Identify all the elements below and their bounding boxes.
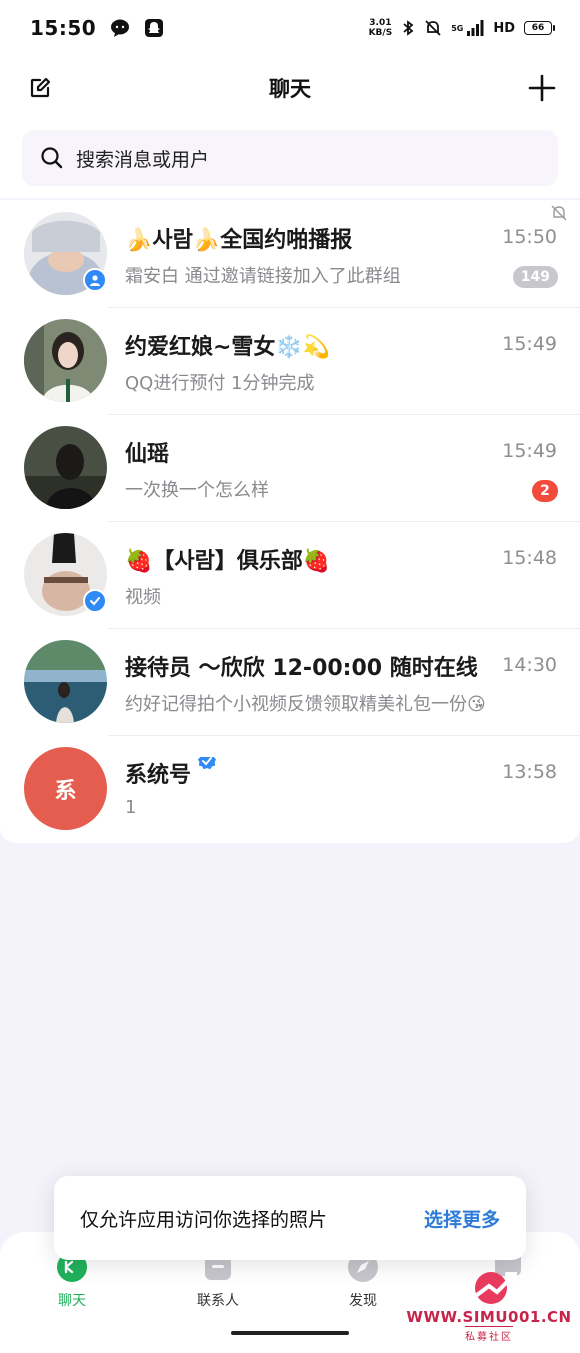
chat-name: 系统号 <box>125 757 485 789</box>
status-right: 3.01 KB/S 5G HD 66 <box>369 18 555 38</box>
watermark: WWW.SIMU001.CN 私募社区 <box>400 1268 578 1350</box>
chat-time: 14:30 <box>502 654 557 676</box>
signal-label: 5G <box>451 23 464 33</box>
compose-button[interactable] <box>28 76 52 100</box>
network-speed-unit: KB/S <box>368 28 393 38</box>
status-bar: 15:50 3.01 KB/S 5G HD 66 <box>0 0 580 56</box>
avatar-photo <box>24 640 107 723</box>
chat-item[interactable]: 系 系统号 13:58 1 <box>0 735 580 842</box>
chat-preview: 一次换一个怎么样 <box>125 480 269 501</box>
chat-name: 接待员 ～欣欣 12-00:00 随时在线 <box>125 656 478 681</box>
watermark-logo-icon <box>471 1272 517 1304</box>
search-placeholder: 搜索消息或用户 <box>76 148 210 171</box>
signal-icon <box>467 20 484 36</box>
search-input[interactable]: 搜索消息或用户 <box>22 130 558 186</box>
chat-preview: 约好记得拍个小视频反馈领取精美礼包一份😘 <box>125 694 486 715</box>
chat-preview: 霜安白 通过邀请链接加入了此群组 <box>125 266 401 287</box>
chat-name: 🍓【사람】俱乐部🍓 <box>125 549 331 574</box>
chat-list: 🍌사람🍌全国约啪播报 15:50 霜安白 通过邀请链接加入了此群组 149 约爱… <box>0 200 580 843</box>
unread-count-badge: 2 <box>532 480 558 502</box>
battery-level: 66 <box>531 23 545 33</box>
chat-name: 🍌사람🍌全国约啪播报 <box>125 228 353 253</box>
chat-time: 15:50 <box>502 226 557 248</box>
status-time: 15:50 <box>30 16 97 40</box>
tab-discover-label: 发现 <box>349 1293 377 1309</box>
battery-icon: 66 <box>524 21 555 35</box>
chat-preview: 1 <box>125 797 137 818</box>
watermark-subtext: 私募社区 <box>465 1326 513 1343</box>
tab-chat-label: 聊天 <box>58 1293 86 1309</box>
chat-time: 13:58 <box>502 761 557 783</box>
photo-permission-toast: 仅允许应用访问你选择的照片 选择更多 <box>54 1176 526 1260</box>
bluetooth-icon <box>403 20 414 36</box>
chat-time: 15:48 <box>502 547 557 569</box>
add-button[interactable] <box>526 72 558 104</box>
mute-bell-icon <box>425 20 441 36</box>
avatar[interactable] <box>24 426 107 509</box>
tab-contacts-label: 联系人 <box>197 1293 239 1309</box>
chat-name-text: 系统号 <box>125 763 192 788</box>
avatar-photo <box>24 319 107 402</box>
snapchat-icon <box>145 19 164 37</box>
chat-name: 约爱红娘~雪女❄️💫 <box>125 335 331 360</box>
avatar[interactable] <box>24 640 107 723</box>
chat-item[interactable]: 接待员 ～欣欣 12-00:00 随时在线 14:30 约好记得拍个小视频反馈领… <box>0 628 580 735</box>
chat-preview: QQ进行预付 1分钟完成 <box>125 373 315 394</box>
header: 聊天 <box>0 56 580 120</box>
avatar-initial: 系 <box>54 778 77 804</box>
unread-count-badge: 149 <box>512 266 558 288</box>
search-icon <box>41 147 63 169</box>
watermark-text: WWW.SIMU001.CN <box>406 1308 572 1326</box>
muted-notification-icon <box>551 205 567 221</box>
page-title: 聊天 <box>269 77 311 101</box>
network-speed: 3.01 KB/S <box>369 18 393 38</box>
avatar[interactable]: 系 <box>24 747 107 830</box>
chat-item[interactable]: 🍓【사람】俱乐部🍓 15:48 视频 <box>0 521 580 628</box>
verified-badge-icon <box>83 589 107 613</box>
plus-icon <box>528 74 556 102</box>
chat-time: 15:49 <box>502 333 557 355</box>
status-left: 15:50 <box>30 16 164 40</box>
group-badge-icon <box>83 268 107 292</box>
chat-item[interactable]: 🍌사람🍌全国约啪播报 15:50 霜安白 通过邀请链接加入了此群组 149 <box>0 200 580 307</box>
chat-item[interactable]: 仙瑶 15:49 一次换一个怎么样 2 <box>0 414 580 521</box>
select-more-button[interactable]: 选择更多 <box>424 1205 500 1232</box>
avatar-photo <box>24 426 107 509</box>
toast-message: 仅允许应用访问你选择的照片 <box>80 1208 328 1231</box>
network-speed-value: 3.01 <box>369 18 392 28</box>
verified-icon <box>198 757 217 770</box>
chat-time: 15:49 <box>502 440 557 462</box>
avatar[interactable] <box>24 319 107 402</box>
edit-icon <box>30 77 51 98</box>
hd-indicator: HD <box>493 20 515 36</box>
chat-item[interactable]: 约爱红娘~雪女❄️💫 15:49 QQ进行预付 1分钟完成 <box>0 307 580 414</box>
wechat-icon <box>111 19 130 37</box>
home-indicator[interactable] <box>231 1331 349 1335</box>
chat-name: 仙瑶 <box>125 442 170 467</box>
chat-preview: 视频 <box>125 587 161 608</box>
search-area: 搜索消息或用户 <box>0 120 580 198</box>
